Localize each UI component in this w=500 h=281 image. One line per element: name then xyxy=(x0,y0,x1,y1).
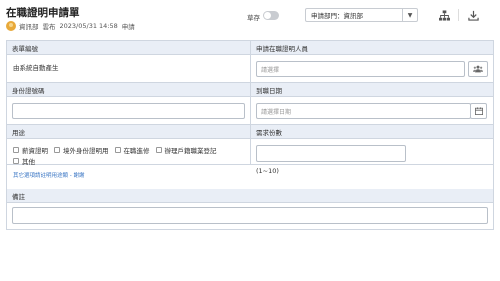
download-icon[interactable] xyxy=(466,8,480,22)
start-date-label: 到職日期 xyxy=(251,83,493,97)
purpose-label: 用途 xyxy=(7,125,250,139)
users-icon xyxy=(473,65,483,73)
copies-input[interactable] xyxy=(256,145,406,162)
calendar-icon xyxy=(474,107,483,115)
calendar-button[interactable] xyxy=(470,103,487,119)
draft-toggle[interactable] xyxy=(263,11,279,20)
dept-select[interactable]: 申請部門：資訊部 ▼ xyxy=(305,8,418,22)
application-form: 表單編號 由系統自動產生 申請在職證明人員 請選擇 身份證號碼 到職日期 請選擇… xyxy=(6,40,494,230)
org-chart-icon[interactable] xyxy=(437,8,451,22)
author-name: 雲布 xyxy=(42,22,56,31)
remarks-label: 備註 xyxy=(7,189,493,203)
avatar xyxy=(6,20,16,31)
checkbox[interactable] xyxy=(114,147,121,153)
page-title: 在職證明申請單 xyxy=(6,7,80,19)
purpose-option[interactable]: 薪資證明 xyxy=(13,145,48,155)
draft-label: 草存 xyxy=(247,14,260,22)
author-dept: 資訊部 xyxy=(19,22,39,31)
purpose-option[interactable]: 境外身份證明用 xyxy=(54,145,109,155)
author-meta: 資訊部 雲布 2023/05/31 14:58 申請 xyxy=(6,20,139,31)
checkbox[interactable] xyxy=(155,147,162,153)
applicant-input[interactable]: 請選擇 xyxy=(256,61,465,77)
people-picker-button[interactable] xyxy=(468,61,488,77)
checkbox[interactable] xyxy=(54,147,60,153)
dept-select-value: 申請部門：資訊部 xyxy=(311,12,363,20)
purpose-option[interactable]: 在職進修 xyxy=(114,145,150,155)
timestamp: 2023/05/31 14:58 xyxy=(59,21,118,30)
start-date-input[interactable]: 請選擇日期 xyxy=(256,103,471,119)
id-no-input[interactable] xyxy=(12,103,245,119)
applicant-label: 申請在職證明人員 xyxy=(251,41,493,55)
chevron-down-icon: ▼ xyxy=(402,9,417,21)
purpose-option[interactable]: 其他 xyxy=(13,156,35,166)
checkbox[interactable] xyxy=(13,158,19,164)
purpose-note: 其它選項請註明用途類 - 謝謝 xyxy=(13,173,85,179)
copies-label: 需求份數 xyxy=(251,125,493,139)
form-divider xyxy=(7,164,493,165)
form-no-value: 由系統自動產生 xyxy=(13,64,59,72)
header-divider xyxy=(458,9,459,21)
purpose-option[interactable]: 辦理戶籍職業登記 xyxy=(155,145,217,155)
form-no-label: 表單編號 xyxy=(7,41,250,55)
checkbox[interactable] xyxy=(13,147,19,153)
purpose-options-row: 薪資證明 境外身份證明用 在職進修 辦理戶籍職業登記 xyxy=(13,145,223,155)
remarks-input[interactable] xyxy=(12,207,488,224)
status-badge: 申請 xyxy=(121,22,135,31)
form-divider-vertical xyxy=(250,41,251,165)
id-no-label: 身份證號碼 xyxy=(7,83,250,97)
purpose-options-row: 其他 xyxy=(13,156,41,166)
copies-range-hint: (1~10) xyxy=(256,167,279,175)
